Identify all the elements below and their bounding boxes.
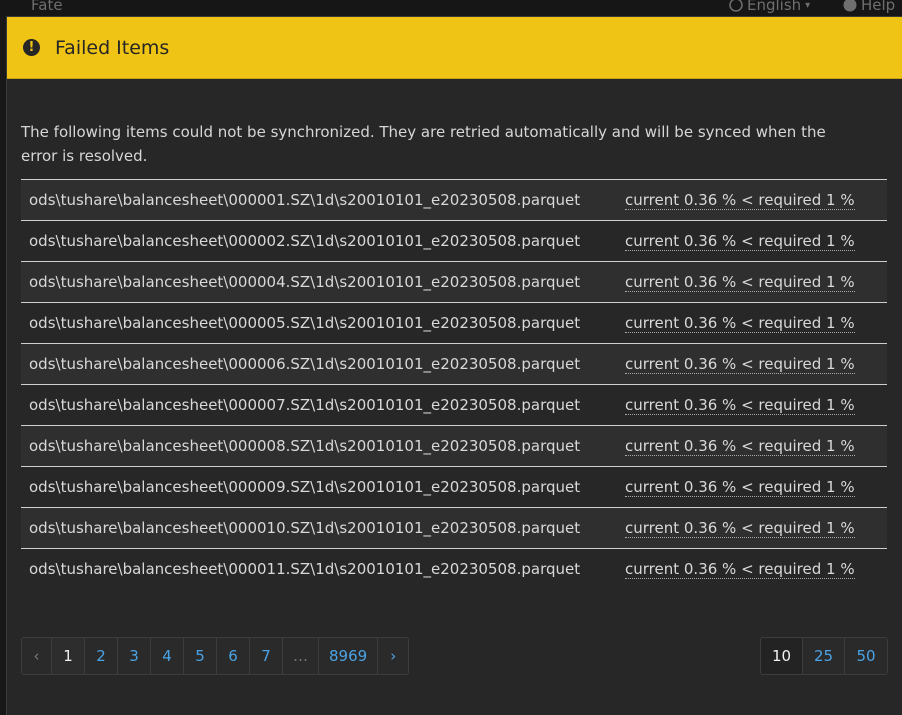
pagination: ‹ 1 2 3 4 5 6 7… 8969 ›	[21, 637, 410, 675]
table-row: ods\tushare\balancesheet\000010.SZ\1d\s2…	[21, 508, 887, 549]
table-row: ods\tushare\balancesheet\000007.SZ\1d\s2…	[21, 385, 887, 426]
question-circle-icon	[843, 0, 857, 12]
item-error[interactable]: current 0.36 % < required 1 %	[625, 191, 855, 210]
page-size-50[interactable]: 50	[845, 638, 887, 674]
table-row: ods\tushare\balancesheet\000005.SZ\1d\s2…	[21, 303, 887, 344]
page-size-25[interactable]: 25	[803, 638, 845, 674]
exclamation-circle-icon: !	[23, 39, 40, 56]
page-button-1[interactable]: 1	[52, 638, 85, 674]
item-error[interactable]: current 0.36 % < required 1 %	[625, 560, 855, 579]
next-page-button[interactable]: ›	[378, 638, 409, 674]
table-row: ods\tushare\balancesheet\000008.SZ\1d\s2…	[21, 426, 887, 467]
page-button-3[interactable]: 3	[118, 638, 151, 674]
last-page-button[interactable]: 8969	[319, 638, 379, 674]
modal-description: The following items could not be synchro…	[21, 123, 826, 165]
item-path: ods\tushare\balancesheet\000005.SZ\1d\s2…	[29, 314, 581, 332]
failed-items-modal: ! Failed Items The following items could…	[6, 16, 902, 715]
item-error[interactable]: current 0.36 % < required 1 %	[625, 519, 855, 538]
item-path: ods\tushare\balancesheet\000009.SZ\1d\s2…	[29, 478, 581, 496]
failed-items-table: ods\tushare\balancesheet\000001.SZ\1d\s2…	[21, 179, 887, 589]
language-label: English	[747, 0, 802, 14]
page-ellipsis: …	[283, 638, 319, 674]
item-error[interactable]: current 0.36 % < required 1 %	[625, 355, 855, 374]
modal-title: Failed Items	[55, 36, 170, 59]
item-path: ods\tushare\balancesheet\000011.SZ\1d\s2…	[29, 560, 581, 578]
help-label: Help	[861, 0, 896, 14]
page-button-5[interactable]: 5	[184, 638, 217, 674]
table-row: ods\tushare\balancesheet\000006.SZ\1d\s2…	[21, 344, 887, 385]
table-row: ods\tushare\balancesheet\000001.SZ\1d\s2…	[21, 180, 887, 221]
item-path: ods\tushare\balancesheet\000007.SZ\1d\s2…	[29, 396, 581, 414]
brand-name: Fate	[31, 0, 63, 14]
modal-header: ! Failed Items	[7, 17, 902, 79]
prev-page-button[interactable]: ‹	[22, 638, 52, 674]
page-size-10[interactable]: 10	[761, 638, 803, 674]
item-error[interactable]: current 0.36 % < required 1 %	[625, 437, 855, 456]
table-row: ods\tushare\balancesheet\000002.SZ\1d\s2…	[21, 221, 887, 262]
page-button-7[interactable]: 7	[250, 638, 283, 674]
background-navbar: Fate English ▾ Help	[0, 0, 902, 16]
item-path: ods\tushare\balancesheet\000001.SZ\1d\s2…	[29, 191, 581, 209]
globe-icon	[729, 0, 743, 12]
page-button-2[interactable]: 2	[85, 638, 118, 674]
page-size-selector: 10 25 50	[760, 637, 888, 675]
table-row: ods\tushare\balancesheet\000011.SZ\1d\s2…	[21, 549, 887, 589]
item-path: ods\tushare\balancesheet\000006.SZ\1d\s2…	[29, 355, 581, 373]
item-error[interactable]: current 0.36 % < required 1 %	[625, 232, 855, 251]
help-menu: Help	[843, 0, 895, 14]
table-row: ods\tushare\balancesheet\000004.SZ\1d\s2…	[21, 262, 887, 303]
item-path: ods\tushare\balancesheet\000010.SZ\1d\s2…	[29, 519, 581, 537]
item-path: ods\tushare\balancesheet\000002.SZ\1d\s2…	[29, 232, 581, 250]
item-path: ods\tushare\balancesheet\000008.SZ\1d\s2…	[29, 437, 581, 455]
language-menu: English ▾	[729, 0, 810, 14]
item-error[interactable]: current 0.36 % < required 1 %	[625, 478, 855, 497]
item-error[interactable]: current 0.36 % < required 1 %	[625, 396, 855, 415]
page-button-6[interactable]: 6	[217, 638, 250, 674]
item-path: ods\tushare\balancesheet\000004.SZ\1d\s2…	[29, 273, 581, 291]
item-error[interactable]: current 0.36 % < required 1 %	[625, 273, 855, 292]
item-error[interactable]: current 0.36 % < required 1 %	[625, 314, 855, 333]
caret-down-icon: ▾	[805, 0, 811, 11]
page-button-4[interactable]: 4	[151, 638, 184, 674]
table-row: ods\tushare\balancesheet\000009.SZ\1d\s2…	[21, 467, 887, 508]
